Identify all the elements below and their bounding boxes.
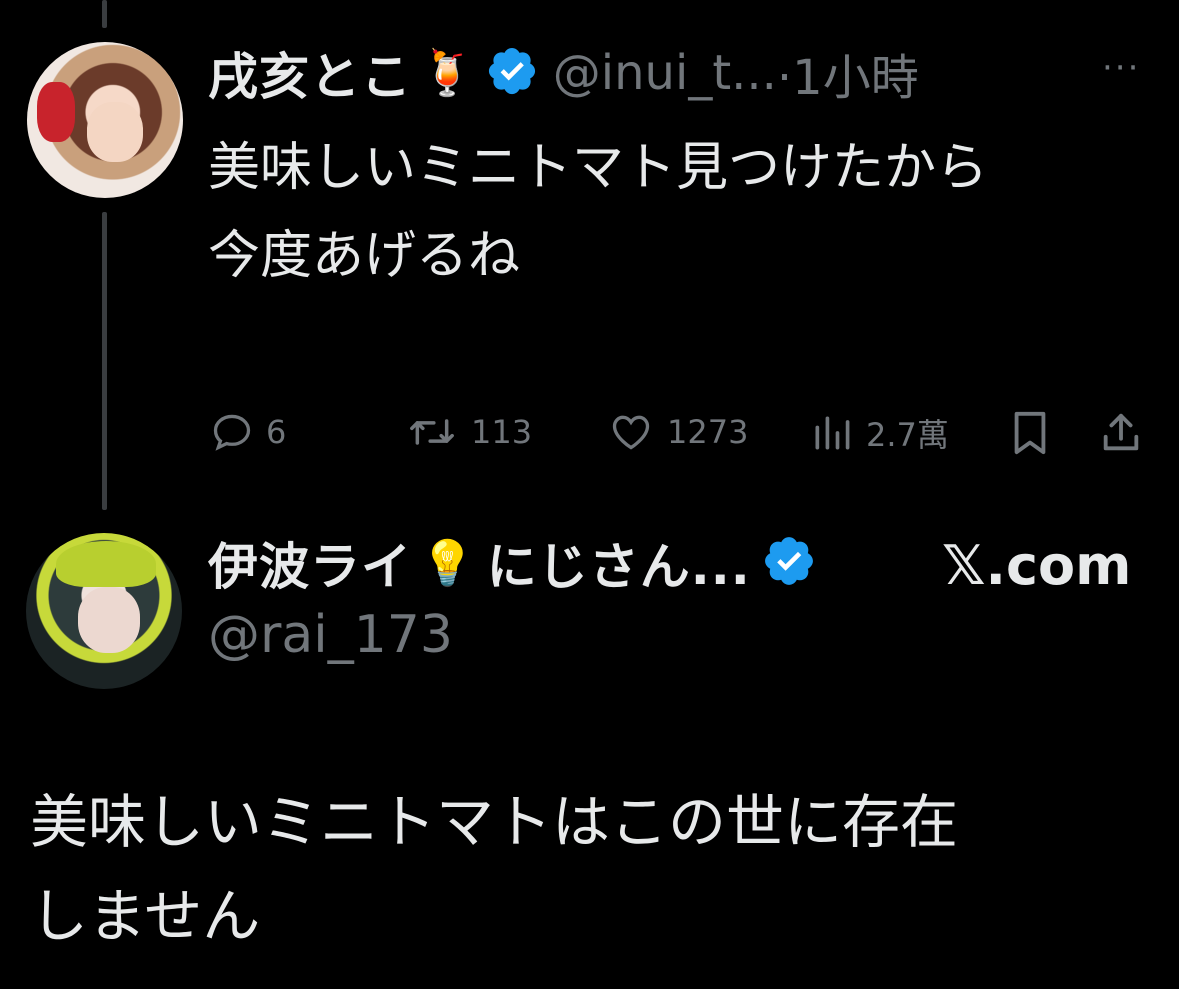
like-count: 1273 [667, 413, 749, 451]
display-name[interactable]: 伊波ライ [208, 527, 412, 599]
bookmark-button[interactable] [1010, 410, 1050, 456]
tweet-actions: 6 113 1273 2.7萬 [0, 402, 1179, 462]
avatar-hair [56, 541, 156, 587]
like-icon [607, 410, 655, 454]
views-icon [810, 411, 854, 455]
bookmark-icon [1010, 410, 1050, 456]
tweet-header: 戌亥とこ 🍹 @inui_t... ·1小時 [208, 40, 919, 106]
avatar[interactable] [27, 42, 183, 198]
reply-button[interactable]: 6 [210, 410, 286, 454]
share-icon [1098, 410, 1144, 456]
thread-line [102, 0, 107, 28]
more-options-icon[interactable]: ··· [1102, 48, 1140, 88]
verified-badge-icon [485, 44, 539, 102]
quoted-tweet-header: 伊波ライ 💡 にじさん... [208, 530, 817, 596]
views-count: 2.7萬 [866, 416, 949, 454]
share-button[interactable] [1098, 410, 1144, 456]
reply-icon [210, 410, 254, 454]
timestamp[interactable]: ·1小時 [777, 38, 919, 108]
retweet-icon [405, 410, 459, 454]
avatar-face [87, 102, 143, 162]
like-button[interactable]: 1273 [607, 410, 748, 454]
views-button[interactable]: 2.7萬 [810, 410, 949, 456]
retweet-button[interactable]: 113 [405, 410, 532, 454]
lightbulb-emoji: 💡 [420, 538, 475, 589]
quoted-tweet-text: 美味しいミニトマトはこの世に存在 しません [30, 788, 959, 950]
avatar-hair-ornament [37, 82, 75, 142]
tweet-text: 美味しいミニトマト見つけたから 今度あげるね [208, 138, 989, 286]
handle[interactable]: @inui_t... [553, 45, 777, 101]
reply-count: 6 [266, 413, 287, 451]
source-label[interactable]: 𝕏.com [942, 534, 1131, 597]
avatar-face [78, 587, 140, 653]
cocktail-emoji: 🍹 [420, 48, 475, 99]
verified-badge-icon [761, 533, 817, 593]
display-name-suffix[interactable]: にじさん... [487, 527, 751, 599]
quoted-handle[interactable]: @rai_173 [208, 605, 453, 665]
avatar[interactable] [26, 533, 182, 689]
display-name[interactable]: 戌亥とこ [208, 37, 412, 109]
retweet-count: 113 [471, 413, 533, 451]
thread-line [102, 212, 107, 510]
